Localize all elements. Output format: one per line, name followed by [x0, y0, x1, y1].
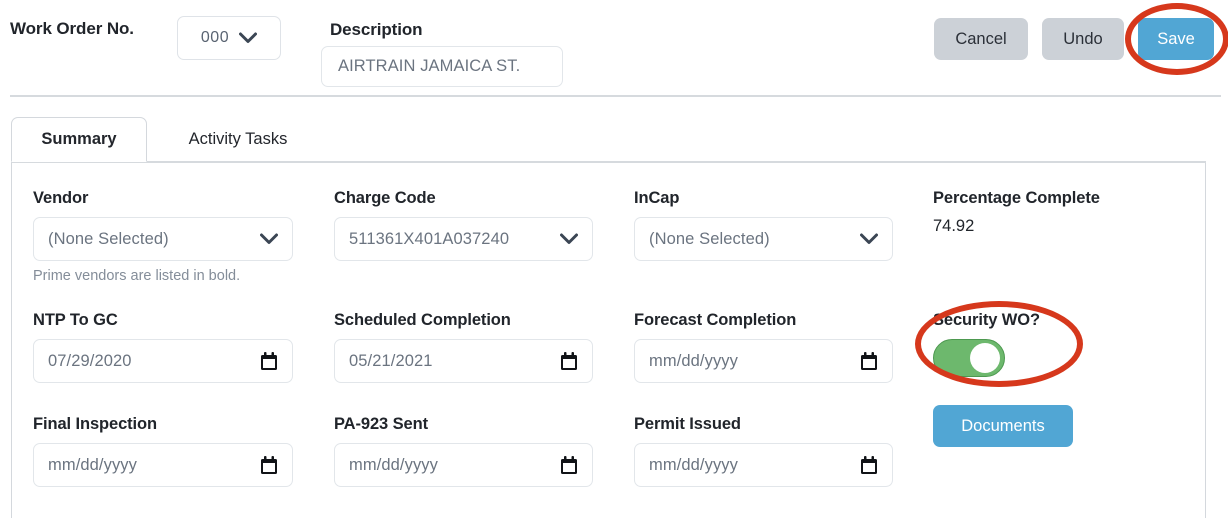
- forecast-completion-date-value: mm/dd/yyyy: [649, 351, 739, 370]
- work-order-select-value: 000: [200, 29, 230, 46]
- permit-issued-date-value: mm/dd/yyyy: [649, 455, 739, 474]
- tab-bar-divider: [11, 161, 1206, 163]
- forecast-completion-date-input[interactable]: mm/dd/yyyy: [634, 339, 893, 383]
- calendar-icon[interactable]: [860, 455, 878, 475]
- calendar-icon[interactable]: [260, 351, 278, 371]
- ntp-to-gc-label: NTP To GC: [33, 311, 118, 329]
- pa923-sent-date-input[interactable]: mm/dd/yyyy: [334, 443, 593, 487]
- calendar-icon[interactable]: [560, 455, 578, 475]
- calendar-icon[interactable]: [260, 455, 278, 475]
- charge-code-select-value: 511361X401A037240: [349, 229, 510, 248]
- final-inspection-label: Final Inspection: [33, 415, 157, 433]
- page-header: Work Order No. 000 Description AIRTRAIN …: [0, 0, 1228, 97]
- percentage-complete-label: Percentage Complete: [933, 189, 1100, 207]
- work-order-page: Work Order No. 000 Description AIRTRAIN …: [0, 0, 1228, 518]
- final-inspection-date-value: mm/dd/yyyy: [48, 455, 138, 474]
- description-input[interactable]: AIRTRAIN JAMAICA ST.: [321, 46, 563, 87]
- charge-code-label: Charge Code: [334, 189, 436, 207]
- permit-issued-label: Permit Issued: [634, 415, 741, 433]
- undo-button[interactable]: Undo: [1042, 18, 1124, 60]
- incap-select-value: (None Selected): [649, 229, 770, 248]
- final-inspection-field: Final Inspection mm/dd/yyyy: [33, 415, 293, 487]
- documents-button[interactable]: Documents: [933, 405, 1073, 447]
- incap-label: InCap: [634, 189, 680, 207]
- ntp-to-gc-date-value: 07/29/2020: [48, 351, 132, 370]
- charge-code-field: Charge Code 511361X401A037240: [334, 189, 593, 261]
- permit-issued-date-input[interactable]: mm/dd/yyyy: [634, 443, 893, 487]
- forecast-completion-field: Forecast Completion mm/dd/yyyy: [634, 311, 893, 383]
- forecast-completion-label: Forecast Completion: [634, 311, 797, 329]
- vendor-field: Vendor (None Selected) Prime vendors are…: [33, 189, 293, 284]
- work-order-label: Work Order No.: [10, 19, 134, 38]
- ntp-to-gc-field: NTP To GC 07/29/2020: [33, 311, 293, 383]
- vendor-label: Vendor: [33, 189, 89, 207]
- scheduled-completion-field: Scheduled Completion 05/21/2021: [334, 311, 593, 383]
- percentage-complete-value: 74.92: [933, 217, 975, 235]
- ntp-to-gc-date-input[interactable]: 07/29/2020: [33, 339, 293, 383]
- chevron-down-icon: [260, 233, 278, 245]
- description-label: Description: [330, 20, 423, 39]
- chevron-down-icon: [560, 233, 578, 245]
- summary-panel: Vendor (None Selected) Prime vendors are…: [11, 162, 1206, 518]
- security-wo-toggle[interactable]: [933, 339, 1005, 377]
- tab-bar: Summary Activity Tasks: [11, 117, 1206, 163]
- charge-code-select[interactable]: 511361X401A037240: [334, 217, 593, 261]
- chevron-down-icon: [860, 233, 878, 245]
- work-order-select[interactable]: 000: [177, 16, 281, 60]
- percentage-complete-field: Percentage Complete 74.92: [933, 189, 1100, 236]
- calendar-icon[interactable]: [860, 351, 878, 371]
- chevron-down-icon: [239, 32, 258, 44]
- tab-summary[interactable]: Summary: [11, 117, 147, 162]
- pa923-sent-date-value: mm/dd/yyyy: [349, 455, 439, 474]
- vendor-helper-text: Prime vendors are listed in bold.: [33, 268, 241, 284]
- scheduled-completion-label: Scheduled Completion: [334, 311, 511, 329]
- cancel-button[interactable]: Cancel: [934, 18, 1028, 60]
- vendor-select[interactable]: (None Selected): [33, 217, 293, 261]
- scheduled-completion-date-value: 05/21/2021: [349, 351, 433, 370]
- calendar-icon[interactable]: [560, 351, 578, 371]
- save-button[interactable]: Save: [1138, 18, 1214, 60]
- pa923-sent-field: PA-923 Sent mm/dd/yyyy: [334, 415, 593, 487]
- final-inspection-date-input[interactable]: mm/dd/yyyy: [33, 443, 293, 487]
- security-wo-label: Security WO?: [933, 311, 1040, 329]
- incap-select[interactable]: (None Selected): [634, 217, 893, 261]
- incap-field: InCap (None Selected): [634, 189, 893, 261]
- header-divider: [10, 95, 1221, 97]
- description-input-value: AIRTRAIN JAMAICA ST.: [338, 57, 521, 75]
- scheduled-completion-date-input[interactable]: 05/21/2021: [334, 339, 593, 383]
- permit-issued-field: Permit Issued mm/dd/yyyy: [634, 415, 893, 487]
- toggle-knob: [970, 343, 1000, 373]
- security-wo-field: Security WO?: [933, 311, 1040, 377]
- pa923-sent-label: PA-923 Sent: [334, 415, 428, 433]
- tab-activity-tasks[interactable]: Activity Tasks: [157, 117, 319, 162]
- vendor-select-value: (None Selected): [48, 229, 169, 248]
